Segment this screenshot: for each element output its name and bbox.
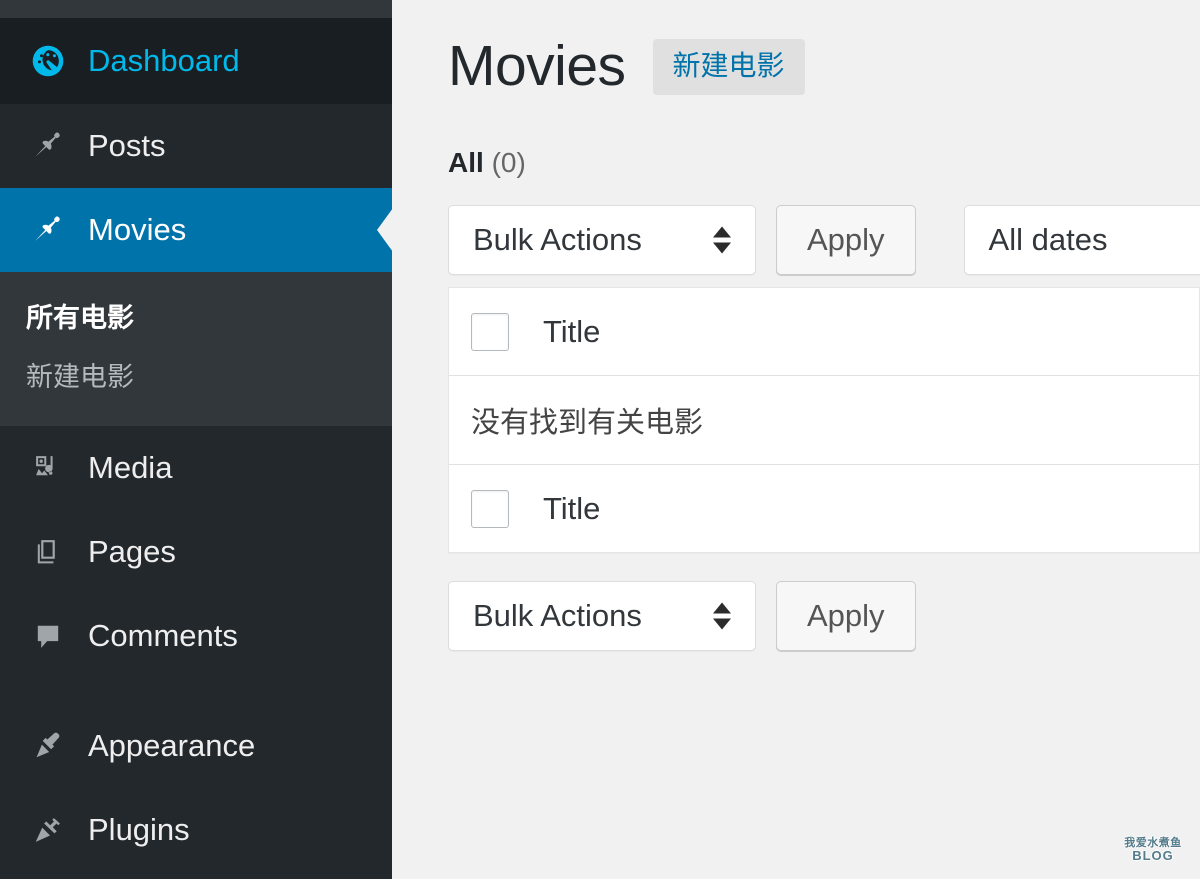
status-filter-list: All (0) <box>448 147 1200 179</box>
pages-icon <box>26 530 70 574</box>
paintbrush-icon <box>26 724 70 768</box>
bulk-actions-value: Bulk Actions <box>473 598 642 634</box>
sidebar-item-plugins[interactable]: Plugins <box>0 788 392 872</box>
sidebar-item-label: Appearance <box>88 728 255 764</box>
add-new-movie-button[interactable]: 新建电影 <box>653 39 805 95</box>
pushpin-icon <box>26 208 70 252</box>
sidebar-item-pages[interactable]: Pages <box>0 510 392 594</box>
bulk-actions-value: Bulk Actions <box>473 222 642 258</box>
bulk-actions-select-bottom[interactable]: Bulk Actions <box>448 581 756 651</box>
admin-bar <box>0 0 392 18</box>
sidebar-item-label: Pages <box>88 534 176 570</box>
date-filter-value: All dates <box>989 222 1108 258</box>
select-all-checkbox-top[interactable] <box>471 313 509 351</box>
sidebar-item-label: Dashboard <box>88 43 240 79</box>
main-content: Movies 新建电影 All (0) Bulk Actions Apply A… <box>392 0 1200 879</box>
bulk-actions-select-top[interactable]: Bulk Actions <box>448 205 756 275</box>
apply-button-top[interactable]: Apply <box>776 205 916 275</box>
sidebar-item-label: Comments <box>88 618 238 654</box>
sidebar-item-appearance[interactable]: Appearance <box>0 704 392 788</box>
sidebar-item-dashboard[interactable]: Dashboard <box>0 18 392 104</box>
watermark-en-text: BLOG <box>1132 849 1174 862</box>
blog-watermark: 我爱水煮鱼 BLOG <box>1114 833 1192 867</box>
table-empty-message: 没有找到有关电影 <box>449 376 1199 464</box>
dashboard-icon <box>26 39 70 83</box>
comments-icon <box>26 614 70 658</box>
movies-table: Title 没有找到有关电影 Title <box>448 287 1200 553</box>
sidebar-item-comments[interactable]: Comments <box>0 594 392 678</box>
page-wrap: Movies 新建电影 All (0) Bulk Actions Apply A… <box>392 0 1200 651</box>
filter-all-count: (0) <box>492 147 526 178</box>
date-filter-select[interactable]: All dates <box>964 205 1200 275</box>
column-footer-title[interactable]: Title <box>543 491 600 527</box>
sidebar-divider <box>0 678 392 704</box>
page-title: Movies <box>448 38 626 95</box>
chevron-updown-icon <box>713 603 731 630</box>
submenu-item-label: 新建电影 <box>26 362 134 392</box>
sidebar-item-media[interactable]: Media <box>0 426 392 510</box>
admin-sidebar-menu: Dashboard Posts Movies 所有电影 新建电影 <box>0 18 392 879</box>
sidebar-item-movies[interactable]: Movies <box>0 188 392 272</box>
chevron-updown-icon <box>713 227 731 254</box>
apply-button-bottom[interactable]: Apply <box>776 581 916 651</box>
sidebar-item-posts[interactable]: Posts <box>0 104 392 188</box>
submenu-item-label: 所有电影 <box>26 303 134 333</box>
table-header-row: Title <box>449 288 1199 376</box>
select-all-checkbox-bottom[interactable] <box>471 490 509 528</box>
sidebar-submenu-movies: 所有电影 新建电影 <box>0 272 392 426</box>
submenu-item-add-movie[interactable]: 新建电影 <box>0 345 392 404</box>
sidebar-item-label: Plugins <box>88 812 190 848</box>
page-header: Movies 新建电影 <box>448 38 1200 95</box>
column-header-title[interactable]: Title <box>543 314 600 350</box>
submenu-item-all-movies[interactable]: 所有电影 <box>0 286 392 345</box>
wordpress-admin-screen: Dashboard Posts Movies 所有电影 新建电影 <box>0 0 1200 879</box>
table-footer-row: Title <box>449 464 1199 552</box>
sidebar-item-label: Media <box>88 450 172 486</box>
filter-all-link[interactable]: All <box>448 147 484 178</box>
plug-icon <box>26 808 70 852</box>
sidebar-item-label: Posts <box>88 128 166 164</box>
sidebar-item-label: Movies <box>88 212 186 248</box>
tablenav-top: Bulk Actions Apply All dates <box>448 205 1200 275</box>
tablenav-bottom: Bulk Actions Apply <box>448 581 1200 651</box>
media-icon <box>26 446 70 490</box>
pushpin-icon <box>26 124 70 168</box>
